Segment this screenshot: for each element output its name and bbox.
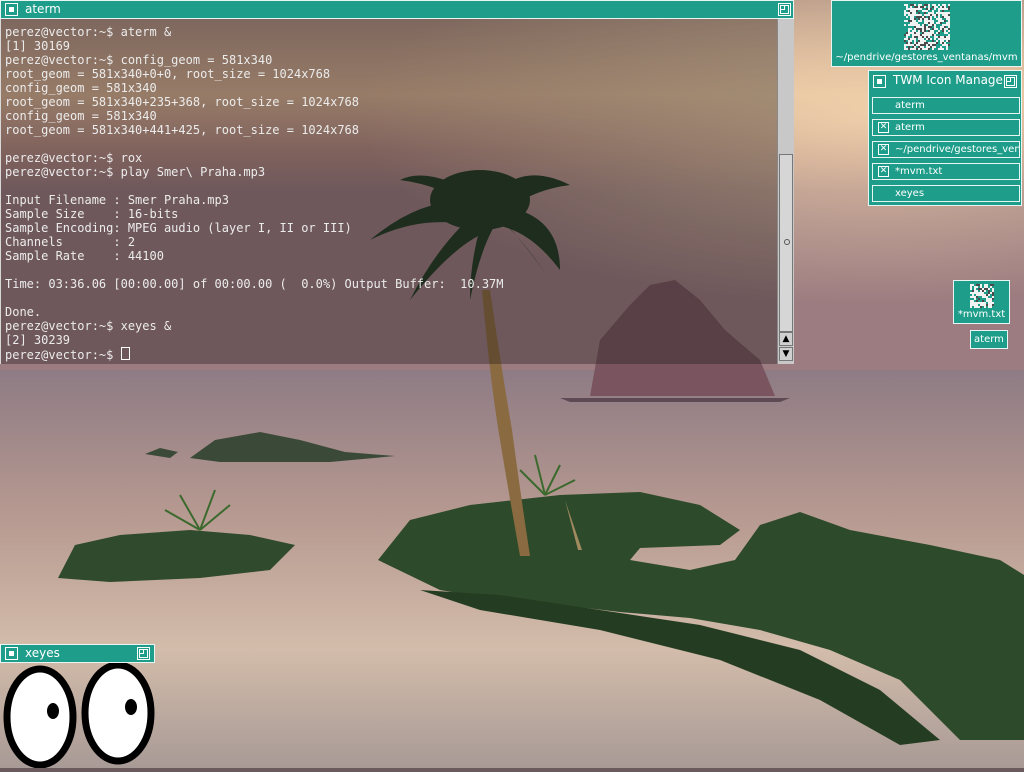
iconify-icon[interactable] <box>873 75 886 88</box>
resize-icon[interactable] <box>137 647 150 660</box>
scrollbar-thumb[interactable] <box>779 154 793 332</box>
left-pupil-icon <box>47 703 59 719</box>
desktop-icon-aterm[interactable]: aterm <box>970 330 1008 349</box>
xeyes-titlebar[interactable]: xeyes <box>0 644 155 663</box>
iconified-icon: ✕ <box>878 144 889 155</box>
iconify-icon[interactable] <box>5 3 18 16</box>
iconified-icon: ✕ <box>878 122 889 133</box>
terminal-area[interactable]: perez@vector:~$ aterm & [1] 30169 perez@… <box>0 19 777 364</box>
icon-manager-window[interactable]: TWM Icon Manager aterm ✕ aterm ✕ ~/pendr… <box>868 70 1022 206</box>
triangle-up-icon[interactable]: ▲ <box>779 332 793 346</box>
icon-manager-item[interactable]: ✕ *mvm.txt <box>872 163 1020 180</box>
icon-manager-titlebar[interactable]: TWM Icon Manager <box>869 71 1021 93</box>
pixmap-icon <box>904 4 950 50</box>
xeyes-eyes <box>0 661 155 769</box>
icon-manager-item-label: xeyes <box>895 188 925 199</box>
icon-manager-item[interactable]: aterm <box>872 97 1020 114</box>
icon-manager-item[interactable]: ✕ aterm <box>872 119 1020 136</box>
icon-label: ~/pendrive/gestores_ventanas/mvm <box>835 52 1018 63</box>
icon-manager-item-label: aterm <box>895 122 925 133</box>
icon-label: *mvm.txt <box>957 309 1006 320</box>
aterm-titlebar[interactable]: aterm <box>0 0 794 19</box>
icon-manager-item-label: *mvm.txt <box>895 166 943 177</box>
desktop-icon-mvm-directory[interactable]: ~/pendrive/gestores_ventanas/mvm <box>831 0 1022 67</box>
window-title: aterm <box>25 2 61 16</box>
terminal-output: perez@vector:~$ aterm & [1] 30169 perez@… <box>5 25 504 362</box>
iconify-icon[interactable] <box>5 647 18 660</box>
icon-manager-item-label: ~/pendrive/gestores_ven <box>895 144 1020 155</box>
left-eye-icon <box>3 665 77 769</box>
right-eye-icon <box>81 661 155 765</box>
icon-manager-item[interactable]: xeyes <box>872 185 1020 202</box>
desktop-icon-mvm-txt[interactable]: *mvm.txt <box>953 280 1010 324</box>
icon-label: aterm <box>974 334 1004 345</box>
resize-icon[interactable] <box>1004 75 1017 88</box>
resize-icon[interactable] <box>778 3 791 16</box>
iconified-icon: ✕ <box>878 166 889 177</box>
right-pupil-icon <box>125 699 137 715</box>
triangle-down-icon[interactable]: ▼ <box>779 347 793 361</box>
cursor-icon <box>120 347 130 360</box>
icon-manager-title: TWM Icon Manager <box>893 73 1008 87</box>
pixmap-icon <box>970 284 994 308</box>
window-title: xeyes <box>25 646 60 660</box>
icon-manager-item[interactable]: ✕ ~/pendrive/gestores_ven <box>872 141 1020 158</box>
icon-manager-item-label: aterm <box>895 100 925 111</box>
scrollbar[interactable]: ▲ ▼ <box>777 19 794 364</box>
